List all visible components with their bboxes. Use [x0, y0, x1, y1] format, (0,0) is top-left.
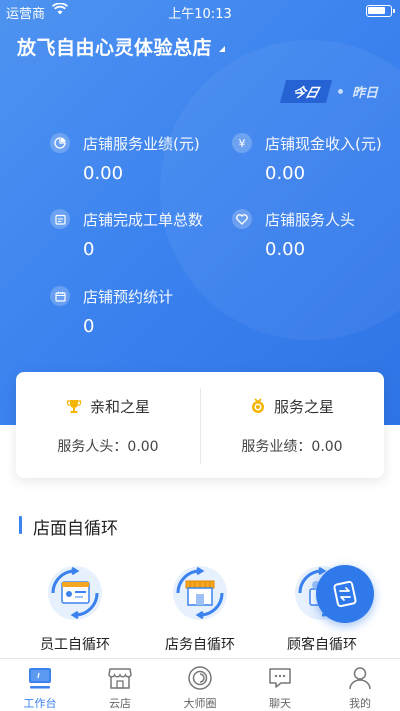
medal-icon — [250, 398, 266, 414]
section-title: 店面自循环 — [33, 519, 118, 539]
tab-label: 工作台 — [23, 697, 57, 710]
tab-label: 我的 — [349, 697, 371, 710]
day-toggle: 今日 昨日 — [279, 79, 378, 103]
yen-icon: ¥ — [232, 133, 252, 153]
trophy-icon — [66, 398, 82, 414]
shop-icon — [107, 665, 133, 691]
star-metric: 服务业绩：0.00 — [241, 439, 343, 455]
stat-value: 0.00 — [265, 239, 306, 260]
stat-value: 0 — [83, 239, 95, 260]
swap-icon — [333, 580, 357, 608]
stat-value: 0 — [83, 316, 95, 337]
loop-label: 店务自循环 — [165, 637, 235, 653]
switch-float-button[interactable] — [316, 565, 374, 623]
star-title: 服务之星 — [200, 396, 384, 417]
order-icon — [50, 209, 70, 229]
employee-loop[interactable]: 员工自循环 — [15, 563, 135, 655]
service-star[interactable]: 服务之星 服务业绩：0.00 — [200, 372, 384, 478]
loop-label: 员工自循环 — [40, 637, 110, 653]
star-title: 亲和之星 — [16, 396, 200, 417]
affinity-star[interactable]: 亲和之星 服务人头：0.00 — [16, 372, 200, 478]
stat-value: 0.00 — [83, 163, 124, 184]
status-time: 上午10:13 — [168, 7, 232, 22]
tab-cloud-store[interactable]: 云店 — [80, 659, 160, 711]
stat-label: 店铺服务人头 — [265, 211, 356, 229]
bottom-tab-bar: 工作台 云店 大师圈 聊天 我的 — [0, 658, 400, 711]
monitor-icon — [27, 665, 53, 691]
tab-label: 云店 — [109, 697, 131, 710]
stat-label: 店铺现金收入(元) — [265, 135, 382, 153]
calendar-icon — [50, 286, 70, 306]
store-loop-icon — [170, 563, 230, 623]
pie-chart-icon — [50, 133, 70, 153]
heart-icon — [232, 209, 252, 229]
tab-label: 聊天 — [269, 697, 291, 710]
stat-label: 店铺完成工单总数 — [83, 211, 204, 229]
store-selector[interactable]: 放飞自由心灵体验总店 — [17, 33, 212, 60]
star-card: 亲和之星 服务人头：0.00 服务之星 服务业绩：0.00 — [16, 372, 384, 478]
store-loop[interactable]: 店务自循环 — [140, 563, 260, 655]
status-bar: 运营商 上午10:13 — [0, 0, 400, 22]
separator-dot — [337, 88, 343, 94]
battery-icon — [366, 5, 395, 17]
tab-master-circle[interactable]: 大师圈 — [160, 659, 240, 711]
tab-label: 大师圈 — [183, 697, 217, 710]
today-tab[interactable]: 今日 — [279, 79, 333, 103]
star-title-text: 服务之星 — [273, 398, 334, 416]
user-icon — [347, 665, 373, 691]
tab-mine[interactable]: 我的 — [320, 659, 400, 711]
section-accent-bar — [19, 516, 22, 534]
stat-value: 0.00 — [265, 163, 306, 184]
chat-icon — [267, 665, 293, 691]
loop-label: 顾客自循环 — [287, 637, 357, 653]
employee-loop-icon — [45, 563, 105, 623]
stat-label: 店铺服务业绩(元) — [83, 135, 200, 153]
star-metric: 服务人头：0.00 — [57, 439, 159, 455]
star-title-text: 亲和之星 — [89, 398, 150, 416]
yesterday-tab[interactable]: 昨日 — [352, 82, 378, 101]
caret-down-icon[interactable] — [219, 46, 225, 52]
tab-workbench[interactable]: 工作台 — [0, 659, 80, 711]
tab-chat[interactable]: 聊天 — [240, 659, 320, 711]
circle-icon — [187, 665, 213, 691]
stat-label: 店铺预约统计 — [83, 288, 174, 306]
